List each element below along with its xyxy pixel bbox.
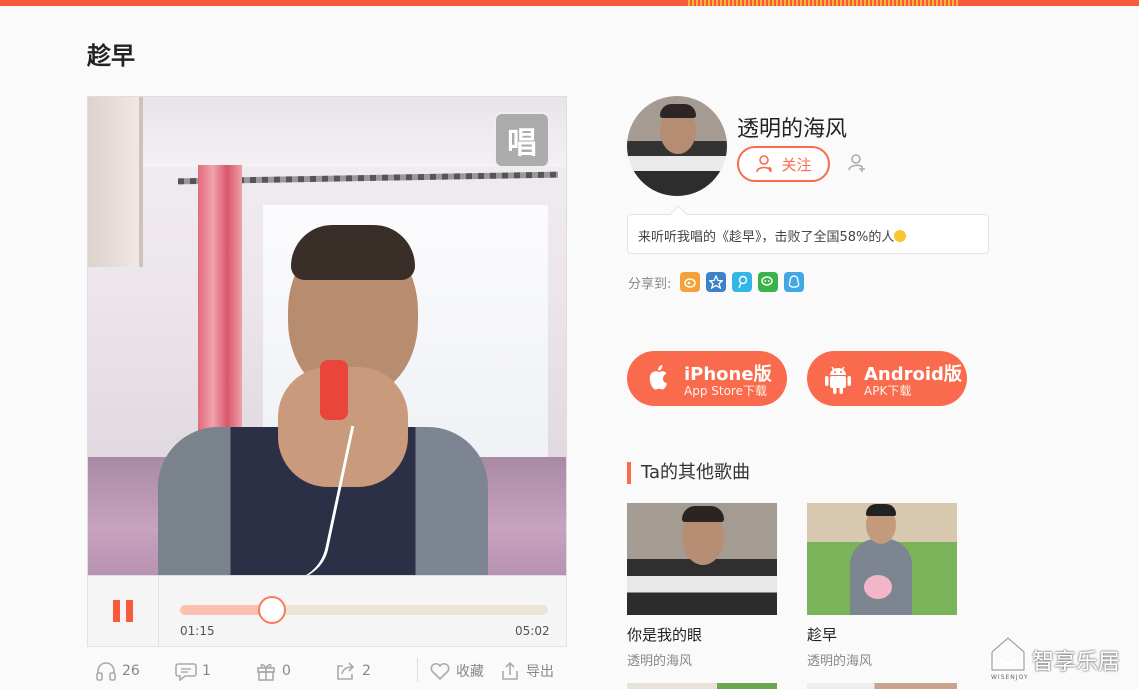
share-count[interactable]: 2 — [335, 661, 371, 681]
share-label: 分享到: — [628, 277, 672, 292]
comment-icon — [175, 663, 197, 681]
add-friend-icon[interactable] — [847, 153, 867, 177]
top-accent-bar — [0, 0, 1139, 6]
listen-count: 26 — [95, 661, 140, 681]
pause-bar-left — [113, 600, 120, 622]
thumb-bouquet — [864, 575, 892, 599]
total-time: 05:02 — [515, 624, 550, 638]
listen-count-value: 26 — [122, 663, 140, 679]
progress-track[interactable] — [180, 596, 548, 624]
export-button[interactable]: 导出 — [499, 661, 554, 681]
song-card[interactable]: 趁早 透明的海风 — [807, 503, 957, 669]
progress-handle[interactable] — [258, 596, 286, 624]
audio-player-bar: 01:15 05:02 — [87, 576, 567, 647]
top-bar-pattern — [688, 0, 960, 6]
sing-app-badge-icon: 唱 — [494, 112, 550, 168]
follow-user-icon — [756, 155, 773, 173]
share-count-value: 2 — [362, 663, 371, 679]
song-title: 趁早 — [87, 42, 135, 70]
android-icon — [825, 366, 851, 394]
tencent-weibo-icon[interactable] — [732, 272, 752, 292]
iphone-subtitle: App Store下载 — [684, 384, 767, 398]
headphones-icon — [96, 662, 116, 681]
comment-count-value: 1 — [202, 663, 211, 679]
pause-bar-right — [126, 600, 133, 622]
collect-button[interactable]: 收藏 — [429, 661, 484, 681]
follow-label: 关注 — [781, 155, 812, 174]
song-thumbnail[interactable] — [807, 503, 957, 615]
pause-button[interactable] — [88, 576, 159, 646]
follow-button[interactable]: 关注 — [737, 146, 830, 182]
watermark-subtext: WISENJOY — [991, 674, 1029, 681]
video-wall-frame — [88, 97, 143, 267]
user-avatar[interactable] — [627, 96, 727, 196]
smile-emoji-icon — [894, 230, 907, 242]
song-card-title[interactable]: 趁早 — [807, 624, 957, 645]
collect-label: 收藏 — [456, 664, 484, 680]
stats-divider — [417, 658, 418, 682]
video-curtain — [198, 165, 242, 465]
current-time: 01:15 — [180, 624, 215, 638]
house-logo-icon — [990, 636, 1026, 672]
thumb-hair — [682, 506, 724, 522]
share-message-bubble: 来听听我唱的《趁早》，击败了全国58%的人 — [627, 214, 989, 254]
song-card-author[interactable]: 透明的海风 — [807, 650, 957, 669]
song-card-author[interactable]: 透明的海风 — [627, 650, 777, 669]
share-message-text: 来听听我唱的《趁早》，击败了全国58%的人 — [638, 230, 895, 245]
comment-count[interactable]: 1 — [175, 661, 211, 681]
share-icon — [337, 662, 355, 680]
apple-icon — [649, 365, 667, 390]
video-device — [320, 360, 348, 420]
qq-icon[interactable] — [784, 272, 804, 292]
gift-icon — [257, 663, 275, 681]
gift-count-value: 0 — [282, 663, 291, 679]
other-songs-heading: Ta的其他歌曲 — [627, 462, 750, 484]
wechat-icon[interactable] — [758, 272, 778, 292]
username[interactable]: 透明的海风 — [737, 111, 847, 143]
android-subtitle: APK下载 — [864, 384, 912, 398]
avatar-hair — [660, 104, 696, 118]
export-icon — [502, 661, 518, 680]
song-card-peek[interactable] — [807, 683, 957, 689]
song-card-peek[interactable] — [627, 683, 777, 689]
qzone-icon[interactable] — [706, 272, 726, 292]
stats-bar: 26 1 0 2 收藏 导出 — [87, 652, 567, 689]
iphone-download-button[interactable]: iPhone版 App Store下载 — [627, 351, 787, 406]
video-singer-hair — [291, 225, 415, 280]
export-label: 导出 — [526, 664, 554, 680]
android-download-button[interactable]: Android版 APK下载 — [807, 351, 967, 406]
thumb-hair — [866, 504, 896, 516]
video-player[interactable] — [87, 96, 567, 576]
gift-count[interactable]: 0 — [255, 661, 291, 681]
watermark-text: 智享乐居 — [1032, 650, 1121, 675]
weibo-icon[interactable] — [680, 272, 700, 292]
heart-icon — [430, 662, 450, 681]
song-card[interactable]: 你是我的眼 透明的海风 — [627, 503, 777, 669]
site-watermark: 智享乐居 WISENJOY — [988, 634, 1134, 682]
song-card-title[interactable]: 你是我的眼 — [627, 624, 777, 645]
song-thumbnail[interactable] — [627, 503, 777, 615]
